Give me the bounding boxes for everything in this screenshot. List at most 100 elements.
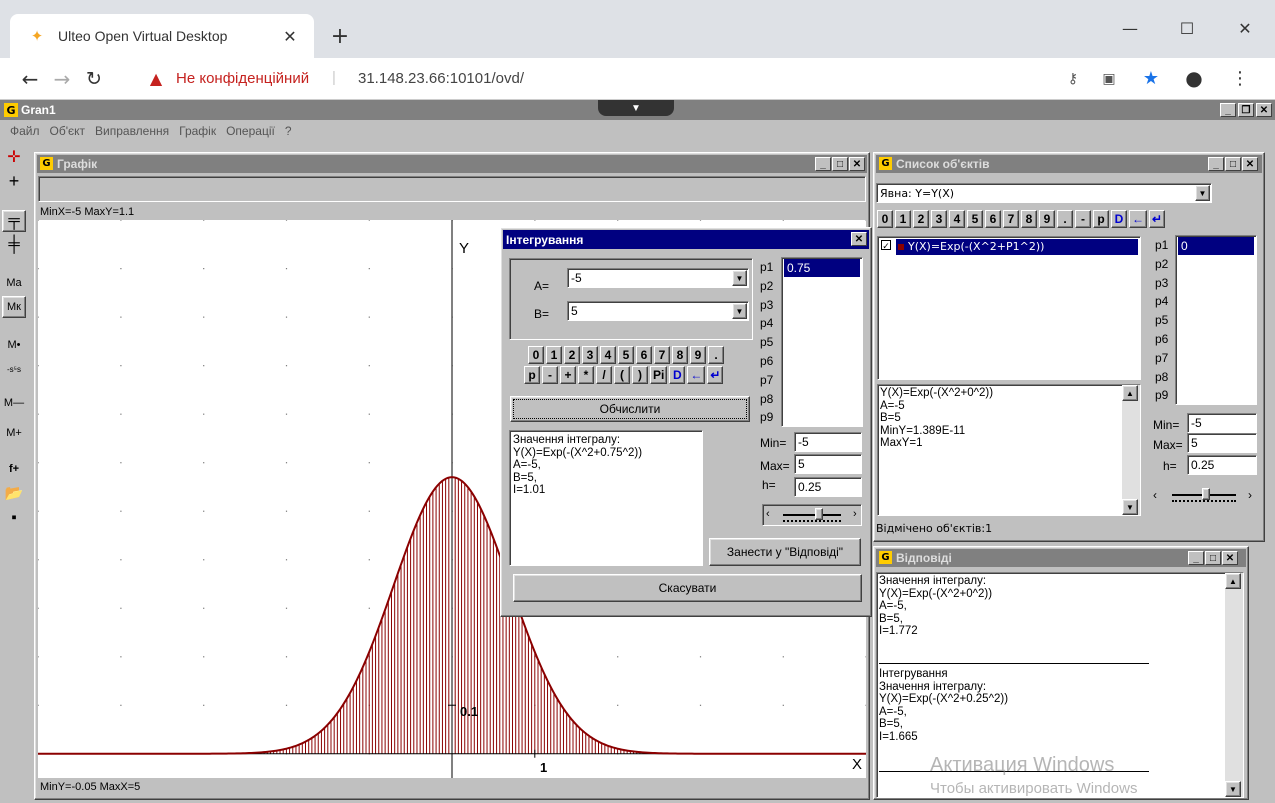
object-keypad-key[interactable]: ←	[1129, 210, 1147, 228]
obj-p1-value[interactable]: 0	[1178, 237, 1254, 255]
dialog-param-list[interactable]: 0.75	[781, 257, 863, 427]
answers-close-button[interactable]: ✕	[1222, 551, 1238, 565]
info-scrollbar[interactable]: ▲ ▼	[1122, 385, 1140, 515]
object-keypad-key[interactable]: 0	[877, 210, 893, 228]
objects-param-list[interactable]: 0	[1175, 235, 1257, 405]
object-keypad-key[interactable]: 2	[913, 210, 929, 228]
step-slider[interactable]: ‹ ›	[762, 504, 862, 526]
obj-slider-left-arrow-icon[interactable]: ‹	[1153, 488, 1157, 502]
app-close-button[interactable]: ✕	[1256, 103, 1272, 117]
objects-list[interactable]: ✓ Y(X)=Exp(-(X^2+P1^2))	[877, 236, 1141, 380]
keypad-key[interactable]: /	[596, 366, 612, 384]
menu-kebab-icon[interactable]: ⋮	[1231, 67, 1249, 89]
obj-max-input[interactable]: 5	[1187, 433, 1257, 453]
keypad-key[interactable]: 6	[636, 346, 652, 364]
address-bar[interactable]: ▲ Не конфіденційний | 31.148.23.66:10101…	[138, 64, 1078, 94]
keypad-key[interactable]: -	[542, 366, 558, 384]
key-icon[interactable]: ⚷	[1062, 68, 1084, 90]
object-keypad-key[interactable]: 5	[967, 210, 983, 228]
object-keypad-key[interactable]: 4	[949, 210, 965, 228]
b-dropdown-icon[interactable]: ▼	[732, 303, 747, 319]
menu-operations[interactable]: Операції	[226, 124, 275, 138]
graph-close-button[interactable]: ✕	[849, 157, 865, 171]
obj-slider-right-arrow-icon[interactable]: ›	[1248, 488, 1252, 502]
object-keypad-key[interactable]: -	[1075, 210, 1091, 228]
slider-left-arrow-icon[interactable]: ‹	[766, 508, 770, 520]
object-keypad-key[interactable]: 9	[1039, 210, 1055, 228]
integration-close-button[interactable]: ✕	[851, 232, 867, 246]
reload-icon[interactable]: ↻	[82, 67, 106, 91]
integration-result-box[interactable]: Значення інтегралу: Y(X)=Exp(-(X^2+0.75^…	[509, 430, 703, 566]
keypad-key[interactable]: )	[632, 366, 648, 384]
open-folder-icon[interactable]: 📂	[2, 482, 26, 504]
obj-h-input[interactable]: 0.25	[1187, 455, 1257, 475]
answers-scrollbar[interactable]: ▲ ▼	[1225, 573, 1243, 797]
info-scroll-up-icon[interactable]: ▲	[1122, 385, 1138, 401]
close-tab-icon[interactable]: ✕	[280, 26, 300, 46]
slider-right-arrow-icon[interactable]: ›	[853, 508, 857, 520]
max-input[interactable]: 5	[794, 454, 862, 474]
axes-mode-2-icon[interactable]: ╪	[2, 234, 26, 256]
object-keypad-key[interactable]: 6	[985, 210, 1001, 228]
s5s-button[interactable]: -s⁵s	[2, 358, 26, 380]
menu-edit[interactable]: Виправлення	[95, 124, 169, 138]
info-scroll-down-icon[interactable]: ▼	[1122, 499, 1138, 515]
mdot-button[interactable]: M•	[2, 334, 26, 356]
object-keypad-key[interactable]: .	[1057, 210, 1073, 228]
forward-arrow-icon[interactable]: →	[50, 67, 74, 91]
keypad-key[interactable]: 4	[600, 346, 616, 364]
b-input[interactable]: 5 ▼	[567, 301, 749, 321]
app-minimize-button[interactable]: _	[1220, 103, 1236, 117]
objects-maximize-button[interactable]: □	[1225, 157, 1241, 171]
a-input[interactable]: -5 ▼	[567, 268, 749, 288]
object-type-dropdown-icon[interactable]: ▼	[1195, 185, 1210, 201]
obj-step-slider[interactable]: ‹ ›	[1150, 484, 1260, 508]
profile-avatar-icon[interactable]: ●	[1182, 66, 1206, 90]
keypad-key[interactable]: .	[708, 346, 724, 364]
object-keypad-key[interactable]: 1	[895, 210, 911, 228]
keypad-key[interactable]: *	[578, 366, 594, 384]
keypad-key[interactable]: (	[614, 366, 630, 384]
keypad-key[interactable]: 8	[672, 346, 688, 364]
crosshair-icon[interactable]: +	[2, 170, 26, 192]
keypad-key[interactable]: 3	[582, 346, 598, 364]
browser-tab[interactable]: ✦ Ulteo Open Virtual Desktop ✕	[10, 14, 314, 58]
compute-button[interactable]: Обчислити	[510, 396, 750, 422]
bookmark-star-icon[interactable]: ★	[1140, 67, 1162, 89]
objects-minimize-button[interactable]: _	[1208, 157, 1224, 171]
close-window-icon[interactable]: ✕	[1230, 16, 1260, 40]
answers-minimize-button[interactable]: _	[1188, 551, 1204, 565]
graph-minimize-button[interactable]: _	[815, 157, 831, 171]
ovd-dropdown-icon[interactable]: ▼	[598, 100, 674, 116]
obj-min-input[interactable]: -5	[1187, 413, 1257, 433]
object-info-box[interactable]: Y(X)=Exp(-(X^2+0^2)) A=-5 B=5 MinY=1.389…	[877, 384, 1141, 516]
keypad-key[interactable]: 0	[528, 346, 544, 364]
answers-scroll-up-icon[interactable]: ▲	[1225, 573, 1241, 589]
add-to-answers-button[interactable]: Занести у "Відповіді"	[709, 538, 861, 566]
object-keypad-key[interactable]: 3	[931, 210, 947, 228]
keypad-key[interactable]: 2	[564, 346, 580, 364]
object-checkbox[interactable]: ✓	[881, 240, 891, 251]
keypad-key[interactable]: 7	[654, 346, 670, 364]
objects-close-button[interactable]: ✕	[1242, 157, 1258, 171]
menu-object[interactable]: Об'єкт	[50, 124, 86, 138]
f-plus-button[interactable]: f+	[2, 458, 26, 480]
menu-file[interactable]: Файл	[10, 124, 40, 138]
maximize-window-icon[interactable]: ☐	[1172, 16, 1202, 40]
answers-maximize-button[interactable]: □	[1205, 551, 1221, 565]
min-input[interactable]: -5	[794, 432, 862, 452]
keypad-key[interactable]: ←	[687, 366, 706, 384]
object-keypad-key[interactable]: p	[1093, 210, 1109, 228]
object-keypad-key[interactable]: ↵	[1149, 210, 1166, 228]
obj-slider-thumb[interactable]	[1202, 488, 1210, 500]
translate-icon[interactable]: ▣	[1098, 68, 1120, 90]
answers-scroll-down-icon[interactable]: ▼	[1225, 781, 1241, 797]
object-item[interactable]: Y(X)=Exp(-(X^2+P1^2))	[896, 239, 1138, 255]
new-tab-button[interactable]: +	[326, 24, 354, 49]
axes-mode-icon[interactable]: ╤	[2, 210, 26, 232]
object-keypad-key[interactable]: 8	[1021, 210, 1037, 228]
m-plus-button[interactable]: M+	[2, 422, 26, 444]
menu-graph[interactable]: Графік	[179, 124, 216, 138]
keypad-key[interactable]: ↵	[707, 366, 724, 384]
minimize-window-icon[interactable]: —	[1115, 16, 1145, 40]
